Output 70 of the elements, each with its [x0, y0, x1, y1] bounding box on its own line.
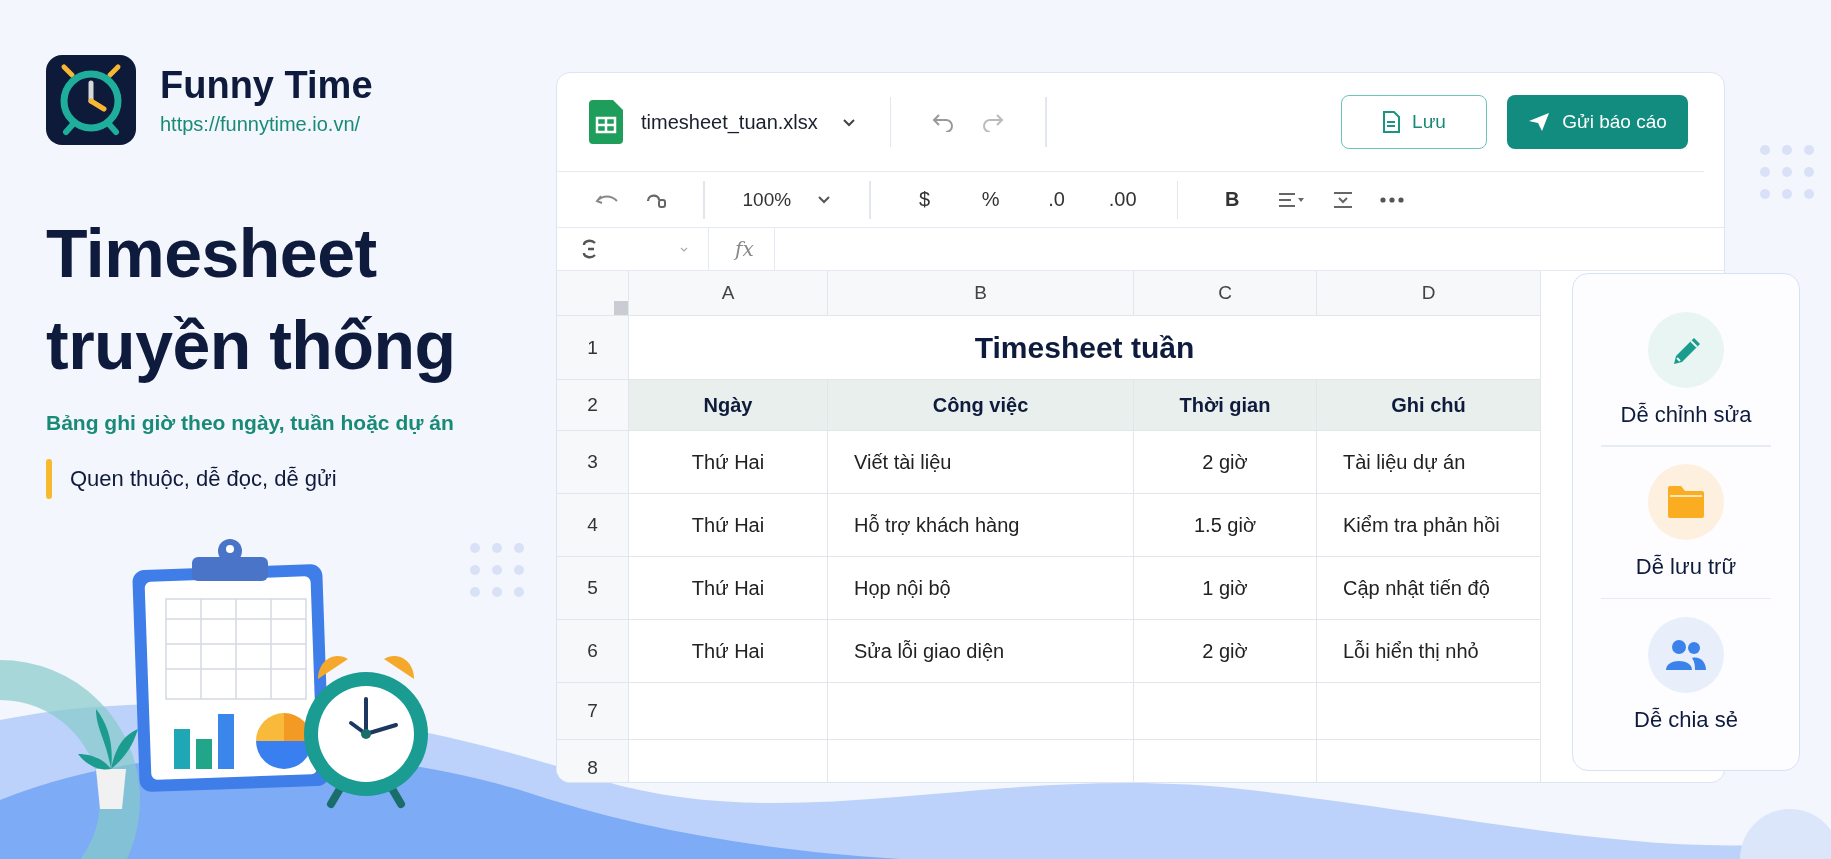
zoom-dropdown[interactable]: 100% — [732, 188, 842, 211]
table-cell: Thứ Hai — [629, 620, 828, 683]
format-button[interactable]: .0 — [1030, 188, 1083, 211]
table-header-cell: Ghi chú — [1317, 380, 1541, 431]
send-report-button[interactable]: Gửi báo cáo — [1507, 95, 1688, 149]
table-cell: Họp nội bộ — [828, 557, 1134, 620]
table-cell: Viết tài liệu — [828, 431, 1134, 494]
table-header-cell: Công việc — [828, 380, 1134, 431]
redo-icon[interactable] — [981, 112, 1006, 132]
more-icon[interactable] — [1380, 196, 1405, 203]
table-header-cell: Thời gian — [1134, 380, 1317, 431]
alarm-clock-logo-icon — [46, 55, 136, 145]
spreadsheet-file-icon — [589, 100, 623, 144]
file-name-dropdown[interactable]: timesheet_tuan.xlsx — [641, 110, 856, 134]
cell-reference-icon — [581, 239, 599, 259]
website-link[interactable]: https://funnytime.io.vn/ — [160, 113, 373, 136]
caret-icon — [817, 195, 832, 204]
row-header[interactable]: 8 — [557, 740, 629, 782]
table-cell: Lỗi hiển thị nhỏ — [1317, 620, 1541, 683]
feature-label: Dễ lưu trữ — [1635, 554, 1737, 580]
table-cell: Thứ Hai — [629, 431, 828, 494]
table-cell: 1.5 giờ — [1134, 494, 1317, 557]
format-button[interactable]: B — [1206, 188, 1259, 211]
table-cell: Kiểm tra phản hồi — [1317, 494, 1541, 557]
table-cell: Thứ Hai — [629, 494, 828, 557]
row-header[interactable]: 3 — [557, 431, 629, 494]
row-header[interactable]: 6 — [557, 620, 629, 683]
table-header-cell: Ngày — [629, 380, 828, 431]
row-header[interactable]: 2 — [557, 380, 629, 431]
document-icon — [1382, 111, 1401, 133]
format-button[interactable]: $ — [898, 188, 951, 211]
empty-table-cell[interactable] — [1134, 683, 1317, 740]
formula-label: fx — [732, 237, 755, 261]
table-cell: 2 giờ — [1134, 431, 1317, 494]
empty-table-cell[interactable] — [828, 683, 1134, 740]
table-cell: 1 giờ — [1134, 557, 1317, 620]
column-header[interactable]: C — [1134, 271, 1317, 316]
headline: Timesheet truyền thống — [46, 214, 457, 385]
send-icon — [1528, 112, 1551, 132]
save-button[interactable]: Lưu — [1341, 95, 1487, 149]
caret-icon — [841, 117, 856, 127]
tagline: Quen thuộc, dễ đọc, dễ gửi — [70, 466, 337, 492]
table-cell: Cập nhật tiến độ — [1317, 557, 1541, 620]
format-button[interactable]: .00 — [1096, 188, 1149, 211]
column-header[interactable]: B — [828, 271, 1134, 316]
row-header[interactable]: 4 — [557, 494, 629, 557]
table-cell: Hỗ trợ khách hàng — [828, 494, 1134, 557]
column-header[interactable]: A — [629, 271, 828, 316]
row-header[interactable]: 5 — [557, 557, 629, 620]
dot-grid-icon — [470, 543, 524, 597]
table-cell: Sửa lỗi giao diện — [828, 620, 1134, 683]
format-button[interactable]: % — [964, 188, 1017, 211]
column-header[interactable]: D — [1317, 271, 1541, 316]
feature-label: Dễ chỉnh sửa — [1620, 401, 1752, 428]
table-cell: Tài liệu dự án — [1317, 431, 1541, 494]
accent-bar — [46, 459, 52, 499]
undo-icon[interactable] — [931, 112, 956, 132]
brand-name: Funny Time — [160, 64, 373, 107]
dot-grid-icon — [1760, 145, 1814, 199]
vertical-align-icon[interactable] — [1332, 190, 1355, 209]
subtitle: Bảng ghi giờ theo ngày, tuần hoặc dự án — [46, 411, 455, 435]
empty-table-cell[interactable] — [1317, 683, 1541, 740]
align-icon[interactable] — [1278, 191, 1307, 208]
table-cell: Thứ Hai — [629, 557, 828, 620]
select-all-corner[interactable] — [557, 271, 629, 316]
row-header[interactable]: 7 — [557, 683, 629, 740]
feature-label: Dễ chia sẻ — [1634, 706, 1738, 733]
caret-icon — [680, 246, 688, 252]
table-cell: 2 giờ — [1134, 620, 1317, 683]
row-header[interactable]: 1 — [557, 316, 629, 380]
